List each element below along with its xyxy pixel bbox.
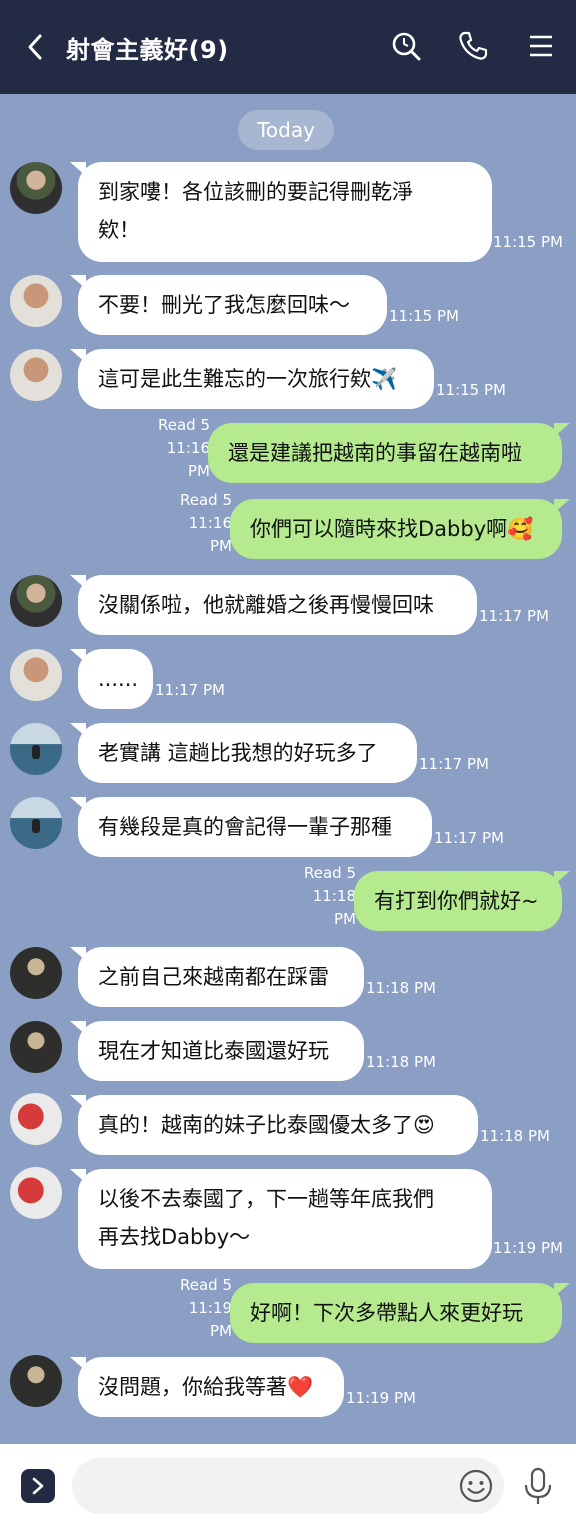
mic-button[interactable] xyxy=(520,1466,556,1506)
message-bubble[interactable]: 沒問題，你給我等著❤️ xyxy=(70,1357,344,1417)
avatar[interactable] xyxy=(10,797,62,849)
message-bubble[interactable]: 還是建議把越南的事留在越南啦 xyxy=(208,423,570,483)
search-button[interactable] xyxy=(388,28,424,64)
avatar[interactable] xyxy=(10,349,62,401)
avatar[interactable] xyxy=(10,1167,62,1219)
message-bubble[interactable]: 到家嘍！各位該刪的要記得刪乾淨 欸！ xyxy=(70,162,492,262)
message-time: 11:19 PM xyxy=(493,1239,563,1257)
message-text: 好啊！下次多帶點人來更好玩 xyxy=(250,1301,523,1325)
message-bubble[interactable]: 這可是此生難忘的一次旅行欸✈️ xyxy=(70,349,434,409)
read-receipt: Read 5 11:16 PM xyxy=(172,489,232,558)
message-bubble[interactable]: 好啊！下次多帶點人來更好玩 xyxy=(230,1283,570,1343)
message-text: 有幾段是真的會記得一輩子那種 xyxy=(98,815,392,839)
message-text: 沒關係啦，他就離婚之後再慢慢回味 xyxy=(98,593,434,617)
avatar[interactable] xyxy=(10,947,62,999)
chat-area[interactable]: Today 到家嘍！各位該刪的要記得刪乾淨 欸！ 11:15 PM 不要！刪光了… xyxy=(0,94,576,1444)
message-text: 到家嘍！各位該刪的要記得刪乾淨 xyxy=(98,180,413,204)
message-bubble[interactable]: 真的！越南的妹子比泰國優太多了😍 xyxy=(70,1095,478,1155)
emoji-icon xyxy=(459,1469,493,1503)
avatar[interactable] xyxy=(10,1021,62,1073)
message-time: 11:15 PM xyxy=(436,381,506,399)
message-text: 之前自己來越南都在踩雷 xyxy=(98,965,329,989)
chat-header: 射會主義好(9) xyxy=(0,0,576,94)
message-time: 11:16 xyxy=(188,514,232,532)
message-time: 11:17 PM xyxy=(419,755,489,773)
message-time: 11:15 PM xyxy=(389,307,459,325)
message-time: 11:17 PM xyxy=(479,607,549,625)
read-receipt: Read 5 11:19 PM xyxy=(172,1274,232,1343)
read-count: Read 5 xyxy=(179,491,232,509)
message-time: 11:17 PM xyxy=(155,681,225,699)
message-text: 沒問題，你給我等著❤️ xyxy=(98,1375,314,1399)
read-count: Read 5 xyxy=(157,416,210,434)
message-bubble[interactable]: 有打到你們就好~ xyxy=(354,871,570,931)
message-text: 欸！ xyxy=(98,218,140,242)
avatar[interactable] xyxy=(10,723,62,775)
avatar[interactable] xyxy=(10,275,62,327)
message-input-bar xyxy=(0,1444,576,1527)
call-button[interactable] xyxy=(455,28,491,64)
message-bubble[interactable]: 沒關係啦，他就離婚之後再慢慢回味 xyxy=(70,575,477,635)
expand-button[interactable] xyxy=(21,1469,55,1503)
message-text: 老實講 這趟比我想的好玩多了 xyxy=(98,741,378,765)
message-time-period: PM xyxy=(210,537,232,555)
menu-icon xyxy=(530,35,552,57)
chat-title: 射會主義好(9) xyxy=(66,36,229,64)
chevron-left-icon xyxy=(28,34,42,60)
message-time: 11:18 PM xyxy=(480,1127,550,1145)
message-text: 有打到你們就好~ xyxy=(374,889,539,913)
message-text: 真的！越南的妹子比泰國優太多了😍 xyxy=(98,1113,435,1137)
message-text: ...... xyxy=(98,667,139,691)
message-time: 11:18 xyxy=(312,887,356,905)
message-time-period: PM xyxy=(188,462,210,480)
mic-icon xyxy=(524,1467,552,1504)
message-time: 11:19 xyxy=(188,1299,232,1317)
message-time: 11:19 PM xyxy=(346,1389,416,1407)
message-time-period: PM xyxy=(210,1322,232,1340)
message-text: 現在才知道比泰國還好玩 xyxy=(98,1039,329,1063)
message-text: 你們可以隨時來找Dabby啊🥰 xyxy=(250,517,534,541)
avatar[interactable] xyxy=(10,162,62,214)
avatar[interactable] xyxy=(10,575,62,627)
message-time: 11:17 PM xyxy=(434,829,504,847)
message-bubble[interactable]: 以後不去泰國了，下一趟等年底我們 再去找Dabby～ xyxy=(70,1169,492,1269)
message-input[interactable] xyxy=(72,1458,504,1514)
message-time-period: PM xyxy=(334,910,356,928)
avatar[interactable] xyxy=(10,649,62,701)
message-text: 這可是此生難忘的一次旅行欸✈️ xyxy=(98,367,398,391)
message-text: 還是建議把越南的事留在越南啦 xyxy=(228,441,522,465)
message-bubble[interactable]: 之前自己來越南都在踩雷 xyxy=(70,947,364,1007)
message-bubble[interactable]: 老實講 這趟比我想的好玩多了 xyxy=(70,723,417,783)
search-icon xyxy=(392,32,421,61)
avatar[interactable] xyxy=(10,1093,62,1145)
back-button[interactable] xyxy=(22,30,48,64)
expand-icon xyxy=(32,1477,44,1495)
avatar[interactable] xyxy=(10,1355,62,1407)
message-time: 11:15 PM xyxy=(493,233,563,251)
message-bubble[interactable]: 有幾段是真的會記得一輩子那種 xyxy=(70,797,432,857)
read-receipt: Read 5 11:16 PM xyxy=(150,414,210,483)
message-bubble[interactable]: 現在才知道比泰國還好玩 xyxy=(70,1021,364,1081)
message-time: 11:16 xyxy=(166,439,210,457)
phone-icon xyxy=(459,31,488,60)
message-text: 以後不去泰國了，下一趟等年底我們 xyxy=(98,1187,434,1211)
read-count: Read 5 xyxy=(303,864,356,882)
read-receipt: Read 5 11:18 PM xyxy=(296,862,356,931)
menu-button[interactable] xyxy=(523,28,559,64)
emoji-button[interactable] xyxy=(458,1468,494,1504)
message-time: 11:18 PM xyxy=(366,1053,436,1071)
read-count: Read 5 xyxy=(179,1276,232,1294)
message-bubble[interactable]: 你們可以隨時來找Dabby啊🥰 xyxy=(230,499,570,559)
message-bubble[interactable]: 不要！刪光了我怎麼回味～ xyxy=(70,275,387,335)
message-bubble[interactable]: ...... xyxy=(70,649,153,709)
date-separator: Today xyxy=(238,110,334,150)
message-text: 再去找Dabby～ xyxy=(98,1225,251,1249)
message-text: 不要！刪光了我怎麼回味～ xyxy=(98,293,350,317)
message-time: 11:18 PM xyxy=(366,979,436,997)
